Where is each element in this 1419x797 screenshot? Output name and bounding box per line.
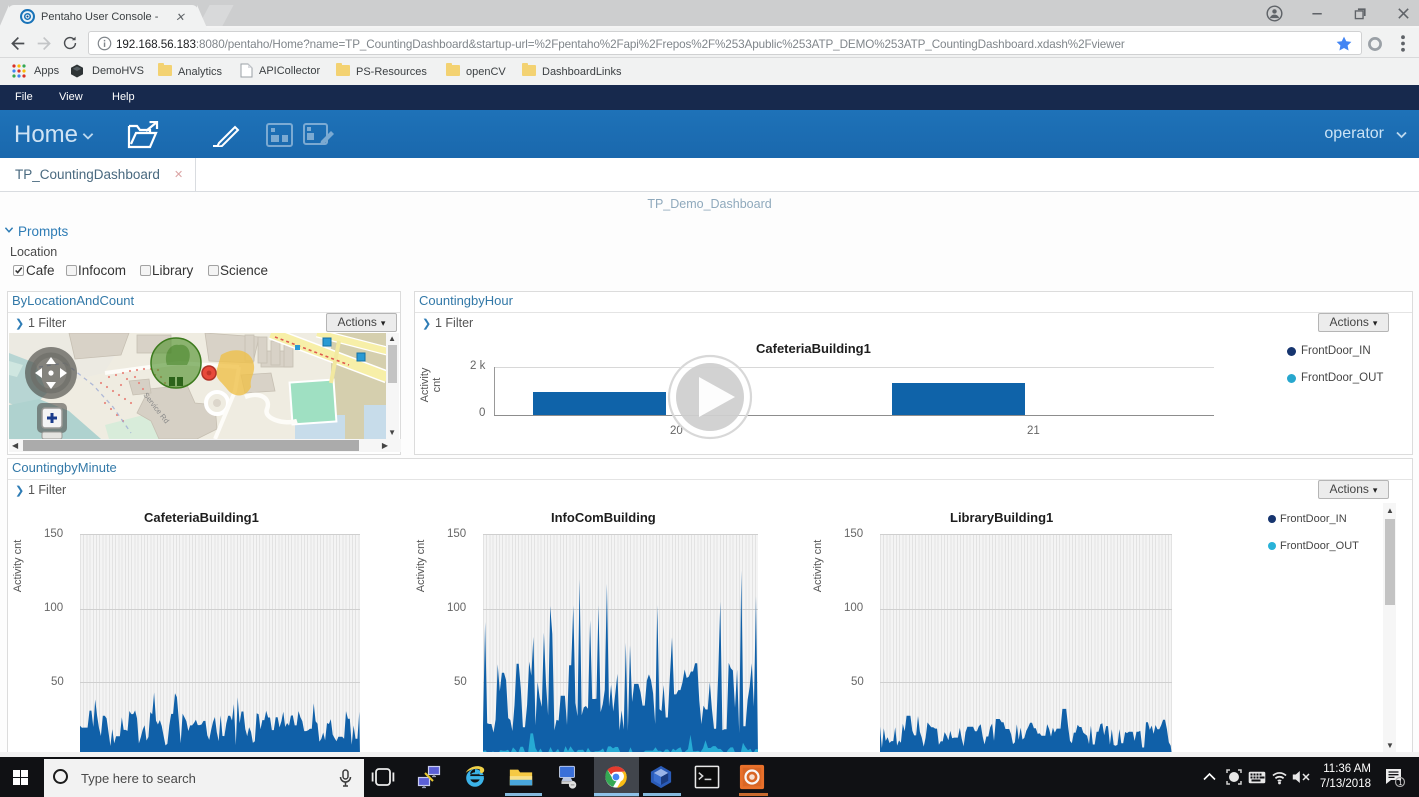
svg-text:1: 1 xyxy=(1398,780,1402,787)
